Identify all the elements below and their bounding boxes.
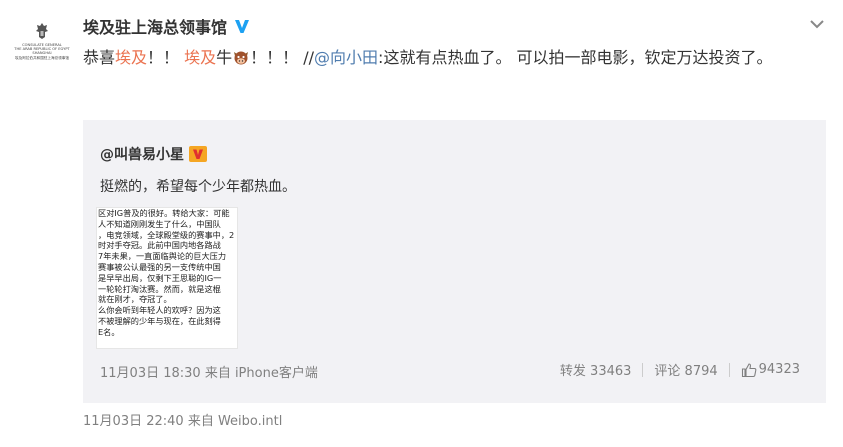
like-count: 94323	[758, 362, 800, 377]
divider	[642, 362, 644, 377]
eagle-emblem-icon	[36, 23, 48, 39]
avatar[interactable]: CONSULATE GENERAL THE ARAB REPUBLIC OF E…	[10, 22, 74, 72]
image-text-line: 人不知道刚刚发生了什么，中国队	[98, 218, 221, 229]
image-text-line: 一轮轮打淘汰赛。然而，就是这棍	[98, 283, 221, 294]
post-text: 恭喜埃及！！ 埃及牛 ！！！ //@向小田:这就有点热血了。 可以拍一部电影，钦…	[83, 44, 803, 72]
topic-link[interactable]: 埃及	[115, 48, 147, 67]
repost-author[interactable]: @叫兽易小星	[100, 144, 207, 164]
text-segment: ！！！ //	[250, 48, 315, 67]
author-name[interactable]: 埃及驻上海总领事馆	[83, 14, 251, 38]
avatar-caption: CONSULATE GENERAL THE ARAB REPUBLIC OF E…	[14, 43, 70, 60]
cow-emoji-icon	[234, 51, 249, 65]
post-timestamp[interactable]: 11月03日 22:40 来自 Weibo.intl	[83, 410, 282, 429]
repost-stats: 转发 33463 评论 8794 94323	[560, 360, 800, 379]
image-text-line: 时对手夺冠。此前中国内地各路战	[98, 240, 221, 251]
thumbs-up-icon	[741, 362, 757, 377]
repost-text: 挺燃的，希望每个少年都热血。	[100, 179, 296, 195]
repost-image[interactable]: 区对IG普及的很好。转给大家：可能 人不知道刚刚发生了什么，中国队 ，电竞领域，…	[96, 207, 238, 349]
image-text-line: 区对IG普及的很好。转给大家：可能	[98, 208, 230, 218]
image-text-line: 不被理解的少年与现在，在此刻得	[98, 315, 221, 326]
image-text-line: 是早早出局，仅剩下王思聪的IG一	[98, 272, 222, 283]
mention-link[interactable]: @向小田	[314, 48, 378, 67]
author-label[interactable]: 埃及驻上海总领事馆	[83, 14, 227, 38]
text-segment: 恭喜	[83, 48, 116, 67]
verified-v-icon	[235, 20, 250, 33]
text-segment: ！！	[147, 48, 185, 67]
image-text-line: ，电竞领域，全球殿堂级的赛事中，2	[98, 229, 235, 240]
image-text-line: 赛事被公认最强的另一支传统中国	[98, 261, 221, 272]
repost-card: @叫兽易小星 挺燃的，希望每个少年都热血。 区对IG普及的很好。转给大家：可能 …	[83, 120, 826, 403]
like-button[interactable]: 94323	[741, 362, 800, 378]
image-text-line: 就在刚才，夺冠了。	[98, 294, 172, 305]
comment-button[interactable]: 评论 8794	[654, 360, 717, 379]
yellow-v-badge-icon	[189, 146, 207, 162]
forward-button[interactable]: 转发 33463	[560, 360, 632, 379]
image-text-line: 么你会听到年轻人的欢呼？因为这	[98, 305, 221, 316]
chevron-down-icon[interactable]	[809, 18, 825, 30]
image-text-line: E名。	[98, 326, 120, 337]
topic-link[interactable]: 埃及	[184, 48, 216, 67]
text-segment: :这就有点热血了。 可以拍一部电影，钦定万达投资了。	[378, 48, 773, 67]
image-text-line: 7年未果，一直面临舆论的巨大压力	[98, 251, 227, 262]
divider	[728, 362, 730, 377]
repost-timestamp[interactable]: 11月03日 18:30 来自 iPhone客户端	[100, 362, 318, 381]
text-segment: 牛	[216, 48, 233, 67]
repost-author-label[interactable]: @叫兽易小星	[100, 144, 184, 164]
